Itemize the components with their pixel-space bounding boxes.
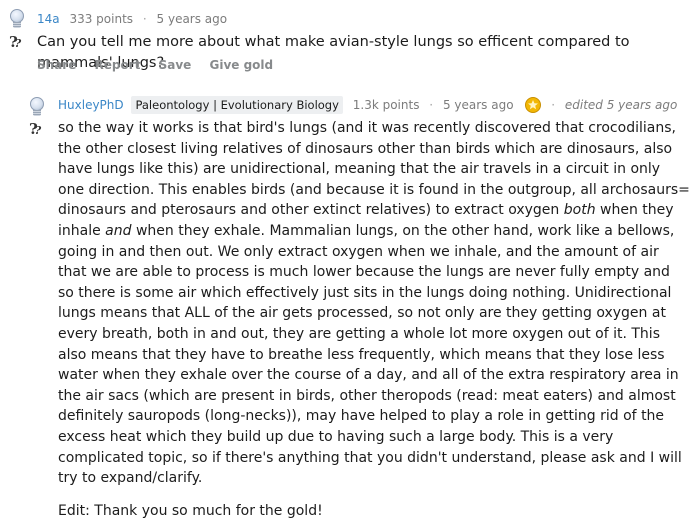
comment-body: so the way it works is that bird's lungs… — [58, 118, 690, 521]
give-gold-button[interactable]: Give gold — [209, 58, 273, 72]
edited-label: edited 5 years ago — [564, 98, 678, 112]
comment-time[interactable]: 5 years ago — [157, 12, 228, 26]
lightbulb-icon[interactable] — [9, 9, 25, 33]
comment-header: HuxleyPhD Paleontology | Evolutionary Bi… — [58, 96, 678, 114]
comment-points: 1.3k points — [352, 98, 420, 112]
comment-header: 14a 333 points · 5 years ago — [37, 12, 228, 26]
comment-author[interactable]: 14a — [37, 12, 60, 26]
report-button[interactable]: Report — [95, 58, 141, 72]
comment-actions: Share Report Save Give gold — [37, 58, 287, 72]
save-button[interactable]: Save — [159, 58, 192, 72]
comment-paragraph: so the way it works is that bird's lungs… — [58, 120, 690, 487]
user-flair: Paleontology | Evolutionary Biology — [131, 96, 343, 114]
lightbulb-icon[interactable] — [29, 97, 45, 121]
question-marks-icon: ?? — [9, 33, 22, 51]
comment-time[interactable]: 5 years ago — [443, 98, 514, 112]
gold-award-icon[interactable] — [525, 97, 542, 113]
share-button[interactable]: Share — [37, 58, 76, 72]
comment-points: 333 points — [69, 12, 134, 26]
question-marks-icon: ?? — [29, 120, 42, 138]
comment-author[interactable]: HuxleyPhD — [58, 98, 124, 112]
